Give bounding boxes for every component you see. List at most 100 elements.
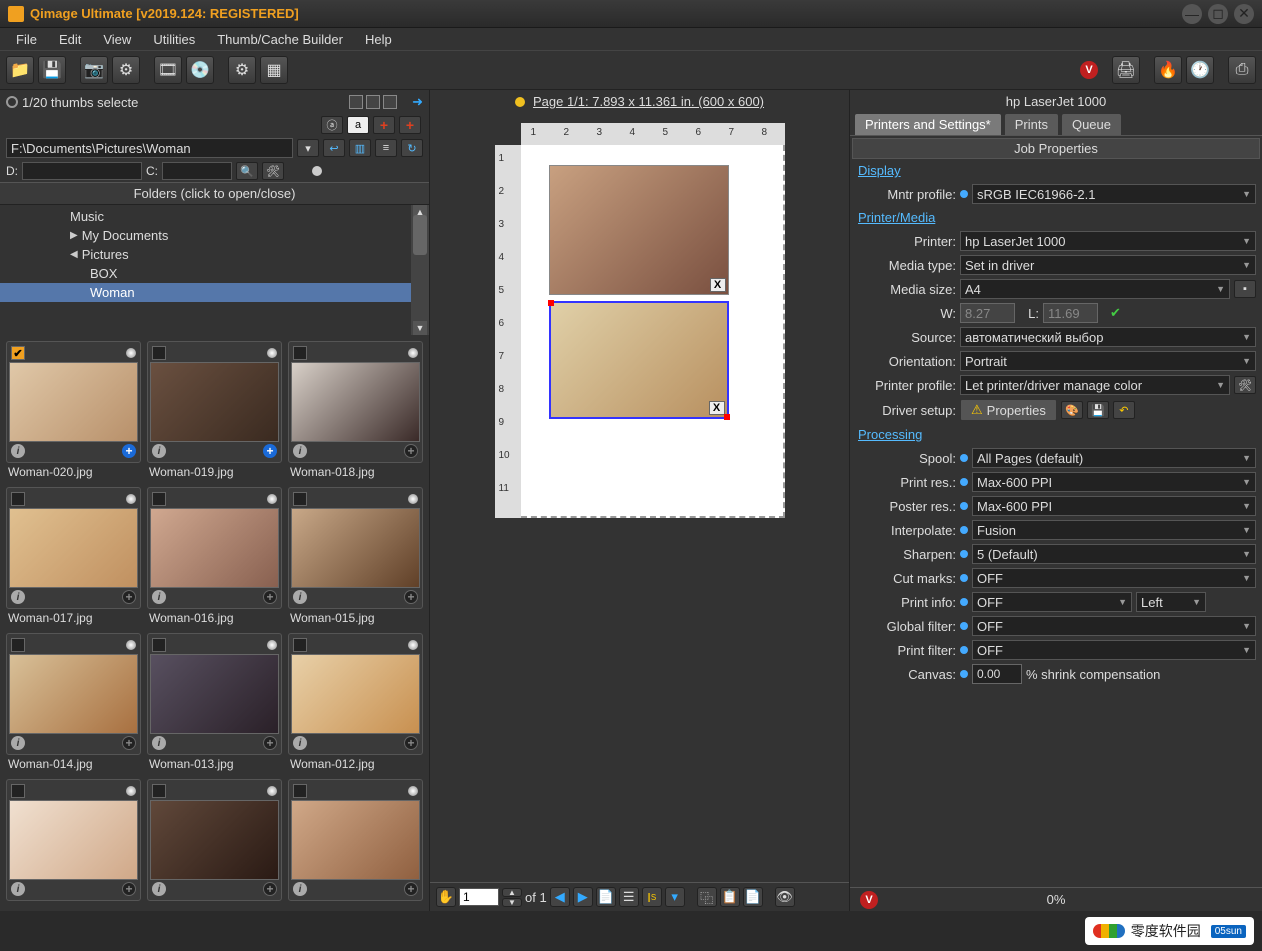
close-button[interactable]: ✕: [1234, 4, 1254, 24]
thumb-image[interactable]: [150, 362, 279, 442]
info-icon[interactable]: i: [152, 444, 166, 458]
thumb-6[interactable]: i+Woman-014.jpg: [6, 633, 141, 773]
thumb-image[interactable]: [150, 654, 279, 734]
camera-button[interactable]: 📷: [80, 56, 108, 84]
source-select[interactable]: автоматический выбор▼: [960, 327, 1256, 347]
disc-button[interactable]: 💿: [186, 56, 214, 84]
printinfo-select[interactable]: OFF▼: [972, 592, 1132, 612]
camera-settings-button[interactable]: ⚙: [112, 56, 140, 84]
paper[interactable]: X X: [521, 145, 785, 518]
v-badge-icon[interactable]: V: [1080, 61, 1098, 79]
list-button[interactable]: ≡: [375, 139, 397, 157]
add-icon[interactable]: +: [263, 444, 277, 458]
export-button[interactable]: ⎙: [1228, 56, 1256, 84]
thumb-image[interactable]: [291, 362, 420, 442]
menu-utilities[interactable]: Utilities: [143, 30, 205, 49]
info-icon[interactable]: i: [11, 590, 25, 604]
minimize-button[interactable]: —: [1182, 4, 1202, 24]
page-copy[interactable]: 📄: [596, 887, 616, 907]
refresh-button[interactable]: ↻: [401, 139, 423, 157]
thumb-checkbox[interactable]: ✔: [11, 346, 25, 360]
interpolate-select[interactable]: Fusion▼: [972, 520, 1256, 540]
remove-image-2[interactable]: X: [709, 401, 725, 415]
add-icon[interactable]: +: [122, 444, 136, 458]
sharpen-select[interactable]: 5 (Default)▼: [972, 544, 1256, 564]
thumb-0[interactable]: ✔i+Woman-020.jpg: [6, 341, 141, 481]
select-a2-button[interactable]: a: [347, 116, 369, 134]
print-button[interactable]: 🖨: [1112, 56, 1140, 84]
thumb-checkbox[interactable]: [11, 492, 25, 506]
menu-edit[interactable]: Edit: [49, 30, 91, 49]
info-icon[interactable]: i: [11, 736, 25, 750]
driver-undo[interactable]: ↶: [1113, 401, 1135, 419]
cursor-tool[interactable]: IS: [642, 887, 662, 907]
section-processing[interactable]: Processing: [852, 423, 1260, 446]
dup-page[interactable]: ⿻: [697, 887, 717, 907]
thumb-image[interactable]: [150, 800, 279, 880]
menu-view[interactable]: View: [93, 30, 141, 49]
add-icon[interactable]: +: [263, 590, 277, 604]
scroll-thumb[interactable]: [413, 215, 427, 255]
driver-opt1[interactable]: 🎨: [1061, 401, 1083, 419]
thumb-image[interactable]: [9, 508, 138, 588]
tools-button[interactable]: 🛠: [262, 162, 284, 180]
copy-page[interactable]: 📋: [720, 887, 740, 907]
thumb-image[interactable]: [291, 508, 420, 588]
page-drop[interactable]: ▾: [665, 887, 685, 907]
media-size-select[interactable]: A4▼: [960, 279, 1230, 299]
thumb-1[interactable]: i+Woman-019.jpg: [147, 341, 282, 481]
thumb-image[interactable]: [9, 654, 138, 734]
section-display[interactable]: Display: [852, 159, 1260, 182]
thumb-checkbox[interactable]: [293, 492, 307, 506]
save-button[interactable]: 💾: [38, 56, 66, 84]
length-input[interactable]: [1043, 303, 1098, 323]
canvas-input[interactable]: [972, 664, 1022, 684]
menu-file[interactable]: File: [6, 30, 47, 49]
v-status-icon[interactable]: V: [860, 891, 878, 909]
info-icon[interactable]: i: [293, 736, 307, 750]
driver-save[interactable]: 💾: [1087, 401, 1109, 419]
path-input[interactable]: [6, 138, 293, 158]
add-icon[interactable]: +: [404, 736, 418, 750]
view-mode-2[interactable]: [366, 95, 380, 109]
placed-image-1[interactable]: X: [549, 165, 729, 295]
path-dropdown[interactable]: ▾: [297, 139, 319, 157]
thumb-image[interactable]: [291, 654, 420, 734]
thumb-8[interactable]: i+Woman-012.jpg: [288, 633, 423, 773]
add-icon[interactable]: +: [404, 882, 418, 896]
tree-scrollbar[interactable]: ▲ ▼: [411, 205, 429, 335]
tree-item-music[interactable]: Music: [0, 207, 429, 226]
add-icon[interactable]: +: [122, 882, 136, 896]
info-icon[interactable]: i: [152, 882, 166, 896]
maximize-button[interactable]: ◻: [1208, 4, 1228, 24]
folders-header[interactable]: Folders (click to open/close): [0, 182, 429, 205]
info-icon[interactable]: i: [11, 882, 25, 896]
thumb-9[interactable]: i+: [6, 779, 141, 905]
tree-item-mydocuments[interactable]: ▶My Documents: [0, 226, 429, 245]
add-icon[interactable]: +: [404, 590, 418, 604]
thumb-5[interactable]: i+Woman-015.jpg: [288, 487, 423, 627]
tab-queue[interactable]: Queue: [1061, 113, 1122, 135]
thumb-7[interactable]: i+Woman-013.jpg: [147, 633, 282, 773]
open-folder-button[interactable]: 📁: [6, 56, 34, 84]
thumb-image[interactable]: [9, 800, 138, 880]
menu-thumbcachebuilder[interactable]: Thumb/Cache Builder: [207, 30, 353, 49]
thumb-2[interactable]: i+Woman-018.jpg: [288, 341, 423, 481]
printfilter-select[interactable]: OFF▼: [972, 640, 1256, 660]
prev-page[interactable]: ◀: [550, 887, 570, 907]
globalfilter-select[interactable]: OFF▼: [972, 616, 1256, 636]
back-button[interactable]: ↩: [323, 139, 345, 157]
page-down[interactable]: ▼: [502, 898, 522, 907]
thumb-11[interactable]: i+: [288, 779, 423, 905]
printinfo-pos-select[interactable]: Left▼: [1136, 592, 1206, 612]
media-size-options[interactable]: ▪: [1234, 280, 1256, 298]
thumb-image[interactable]: [9, 362, 138, 442]
thumb-checkbox[interactable]: [293, 784, 307, 798]
tab-prints[interactable]: Prints: [1004, 113, 1059, 135]
tab-printersandsettings[interactable]: Printers and Settings*: [854, 113, 1002, 135]
media-type-select[interactable]: Set in driver▼: [960, 255, 1256, 275]
scroll-down-icon[interactable]: ▼: [413, 321, 427, 335]
info-icon[interactable]: i: [293, 882, 307, 896]
spool-select[interactable]: All Pages (default)▼: [972, 448, 1256, 468]
info-icon[interactable]: i: [293, 590, 307, 604]
